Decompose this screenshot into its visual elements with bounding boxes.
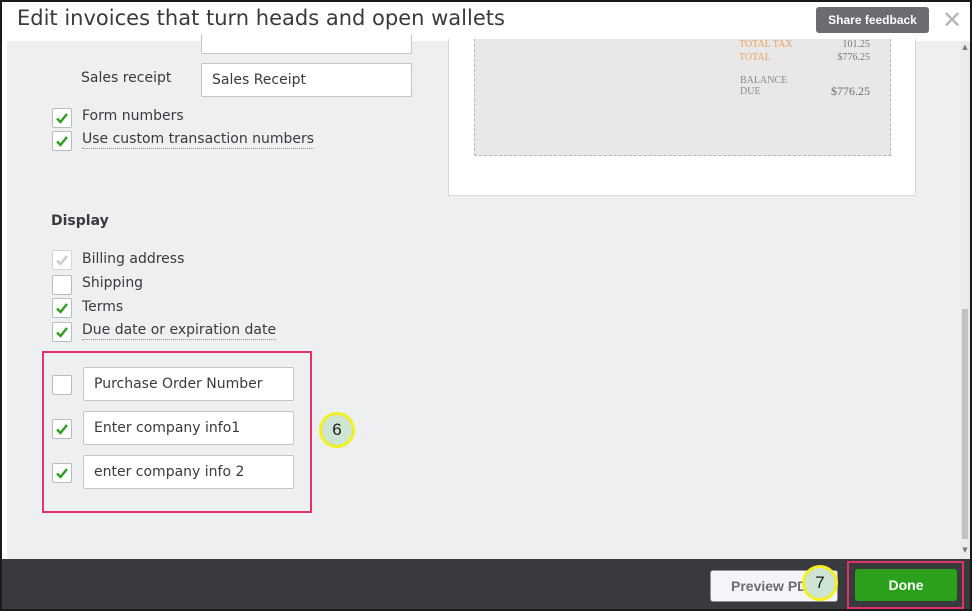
custom-numbers-checkbox[interactable] xyxy=(52,131,72,151)
due-date-label[interactable]: Due date or expiration date xyxy=(82,322,277,340)
step-6-badge: 6 xyxy=(319,412,355,448)
preview-balance-value: $776.25 xyxy=(831,84,870,98)
checkmark-icon xyxy=(56,113,68,124)
preview-balance-label-1: BALANCE xyxy=(740,75,788,86)
sales-receipt-label: Sales receipt xyxy=(81,70,172,86)
terms-label: Terms xyxy=(82,299,124,315)
custom-field-3-checkbox[interactable] xyxy=(52,463,72,483)
checkmark-icon xyxy=(56,327,68,338)
preview-total-value: $776.25 xyxy=(837,52,871,63)
scrollbar-thumb[interactable] xyxy=(962,309,968,539)
custom-field-2-checkbox[interactable] xyxy=(52,419,72,439)
preview-total-tax-value: 101.25 xyxy=(842,39,871,50)
cutoff-text-input[interactable] xyxy=(201,34,412,54)
shipping-checkbox[interactable] xyxy=(52,275,72,295)
due-date-checkbox[interactable] xyxy=(52,322,72,342)
scroll-down-icon[interactable]: ▼ xyxy=(961,546,969,554)
invoice-preview-sheet: TOTAL TAX 101.25 TOTAL $776.25 BALANCE D… xyxy=(474,39,891,156)
custom-field-1-checkbox[interactable] xyxy=(52,375,72,395)
custom-field-3-input[interactable]: enter company info 2 xyxy=(83,455,294,489)
preview-total-tax-label: TOTAL TAX xyxy=(739,39,793,50)
step-7-badge: 7 xyxy=(802,565,838,601)
vertical-scrollbar[interactable]: ▲ ▼ xyxy=(960,41,970,559)
checkmark-icon xyxy=(56,136,68,147)
dialog-title: Edit invoices that turn heads and open w… xyxy=(17,6,505,30)
terms-checkbox[interactable] xyxy=(52,298,72,318)
preview-total-label: TOTAL xyxy=(739,52,771,63)
close-icon[interactable]: ✕ xyxy=(940,6,964,34)
shipping-label: Shipping xyxy=(82,275,144,291)
display-section-title: Display xyxy=(51,213,109,229)
form-numbers-label: Form numbers xyxy=(82,108,184,124)
checkmark-icon xyxy=(56,424,68,435)
dialog-header: Edit invoices that turn heads and open w… xyxy=(2,2,970,41)
checkmark-icon xyxy=(56,468,68,479)
custom-numbers-label[interactable]: Use custom transaction numbers xyxy=(82,131,315,149)
custom-field-1-input[interactable]: Purchase Order Number xyxy=(83,367,294,401)
dialog-footer: Preview PDF 7 Done xyxy=(2,559,970,609)
share-feedback-button[interactable]: Share feedback xyxy=(816,7,929,33)
checkmark-icon xyxy=(56,303,68,314)
preview-balance-label-2: DUE xyxy=(740,86,761,97)
left-edge xyxy=(2,41,7,559)
custom-field-2-input[interactable]: Enter company info1 xyxy=(83,411,294,445)
invoice-customization-dialog: Edit invoices that turn heads and open w… xyxy=(0,0,972,611)
sales-receipt-input[interactable]: Sales Receipt xyxy=(201,63,412,97)
billing-address-checkbox xyxy=(52,250,72,270)
scroll-up-icon[interactable]: ▲ xyxy=(961,43,969,51)
form-numbers-checkbox[interactable] xyxy=(52,108,72,128)
checkmark-icon xyxy=(56,255,68,266)
billing-address-label: Billing address xyxy=(82,251,185,267)
done-button[interactable]: Done xyxy=(855,569,957,601)
